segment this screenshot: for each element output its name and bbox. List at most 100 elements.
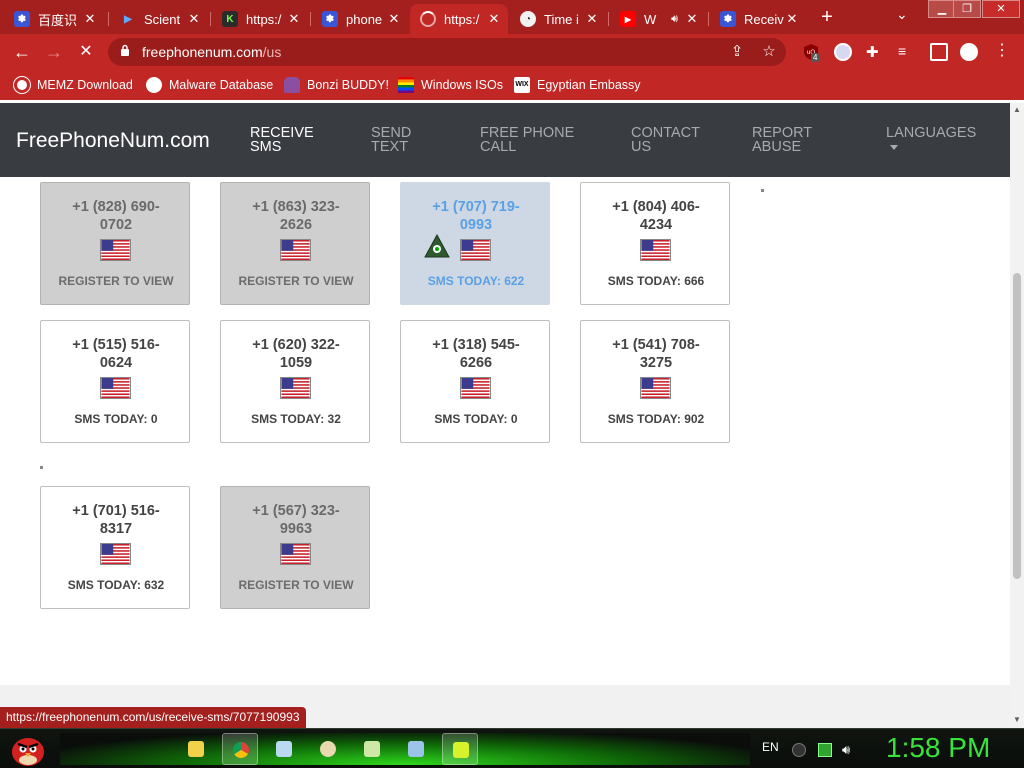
- scroll-up-arrow-icon[interactable]: ▲: [1013, 105, 1021, 114]
- taskbar-app-chrome[interactable]: [222, 733, 258, 765]
- bookmark-bonzi[interactable]: Bonzi BUDDY!: [284, 76, 389, 94]
- number-card[interactable]: +1 (863) 323- 2626 REGISTER TO VIEW: [220, 182, 370, 305]
- url-text[interactable]: freephonenum.com/us: [142, 44, 281, 60]
- us-flag-icon: [280, 543, 311, 565]
- taskbar-app-messenger[interactable]: [354, 733, 390, 765]
- stop-loading-icon[interactable]: ✕: [74, 40, 98, 64]
- tab-scientific[interactable]: ▶ Scient ✕: [110, 4, 208, 34]
- number-card[interactable]: +1 (515) 516- 0624 SMS TODAY: 0: [40, 320, 190, 443]
- new-tab-button[interactable]: +: [816, 6, 838, 28]
- language-indicator[interactable]: EN: [762, 740, 779, 754]
- bookmark-egyptian-embassy[interactable]: WIX Egyptian Embassy: [514, 76, 641, 94]
- close-tab-icon[interactable]: ✕: [186, 11, 202, 27]
- back-arrow-icon[interactable]: ←: [10, 40, 34, 64]
- paint-palette-icon: [320, 741, 336, 757]
- bookmark-star-icon[interactable]: ☆: [760, 43, 778, 61]
- nav-receive-sms[interactable]: RECEIVE SMS: [250, 126, 314, 155]
- media-queue-icon[interactable]: ≡: [898, 43, 916, 61]
- volume-icon[interactable]: 🔊︎: [842, 743, 856, 757]
- number-card[interactable]: +1 (828) 690- 0702 REGISTER TO VIEW: [40, 182, 190, 305]
- tab-search-chevron-icon[interactable]: ⌄: [896, 6, 908, 23]
- bookmark-malware-database[interactable]: Malware Database: [146, 76, 273, 94]
- tab-youtube[interactable]: ▶ W 🔊︎ ✕: [610, 4, 706, 34]
- close-tab-icon[interactable]: ✕: [82, 11, 98, 27]
- speaker-audio-icon[interactable]: 🔊︎: [671, 13, 678, 26]
- network-icon[interactable]: [818, 743, 832, 757]
- lock-icon: [121, 44, 129, 56]
- phone-number[interactable]: +1 (541) 708- 3275: [581, 336, 731, 372]
- close-tab-icon[interactable]: ✕: [684, 11, 700, 27]
- number-card[interactable]: +1 (541) 708- 3275 SMS TODAY: 902: [580, 320, 730, 443]
- number-card[interactable]: +1 (620) 322- 1059 SMS TODAY: 32: [220, 320, 370, 443]
- number-card[interactable]: +1 (701) 516- 8317 SMS TODAY: 632: [40, 486, 190, 609]
- us-flag-icon: [640, 377, 671, 399]
- nav-contact-us[interactable]: CONTACT US: [631, 126, 700, 155]
- restore-button[interactable]: ❐: [953, 0, 981, 18]
- tab-time[interactable]: ◔ Time i ✕: [510, 4, 606, 34]
- scrollbar-thumb[interactable]: [1013, 273, 1021, 579]
- kiwi-icon: K: [222, 11, 238, 27]
- share-icon[interactable]: ⇪: [728, 43, 746, 61]
- tab-baidu-1[interactable]: ✽ 百度识 ✕: [4, 4, 104, 34]
- start-button-angry-bird-icon[interactable]: [8, 730, 48, 768]
- baidu-paw-icon: ✽: [322, 11, 338, 27]
- bookmark-memz[interactable]: MEMZ Download: [14, 76, 133, 94]
- nav-free-phone-call[interactable]: FREE PHONE CALL: [480, 126, 574, 155]
- system-clock[interactable]: 1:58 PM: [886, 732, 990, 764]
- close-tab-icon[interactable]: ✕: [286, 11, 302, 27]
- wix-icon: WIX: [514, 77, 530, 93]
- phone-number[interactable]: +1 (701) 516- 8317: [41, 502, 191, 538]
- close-tab-icon[interactable]: ✕: [584, 11, 600, 27]
- nav-report-abuse[interactable]: REPORT ABUSE: [752, 126, 812, 155]
- phone-number[interactable]: +1 (828) 690- 0702: [41, 198, 191, 234]
- phone-number[interactable]: +1 (863) 323- 2626: [221, 198, 371, 234]
- us-flag-icon: [640, 239, 671, 261]
- profile-color-extension-icon[interactable]: [834, 43, 852, 61]
- close-tab-icon[interactable]: ✕: [486, 11, 502, 27]
- phone-number[interactable]: +1 (620) 322- 1059: [221, 336, 371, 372]
- extensions-puzzle-icon[interactable]: ✚: [866, 43, 884, 61]
- tab-receive[interactable]: ✽ Receiv ✕: [710, 4, 806, 34]
- number-card[interactable]: +1 (318) 545- 6266 SMS TODAY: 0: [400, 320, 550, 443]
- profile-avatar-icon[interactable]: [960, 43, 978, 61]
- tab-kiwi[interactable]: K https:/ ✕: [212, 4, 308, 34]
- site-logo[interactable]: FreePhoneNum.com: [16, 129, 210, 153]
- close-tab-icon[interactable]: ✕: [784, 11, 800, 27]
- side-panel-icon[interactable]: [930, 43, 948, 61]
- bookmark-windows-isos[interactable]: Windows ISOs: [398, 76, 503, 94]
- close-tab-icon[interactable]: ✕: [386, 11, 402, 27]
- phone-number[interactable]: +1 (804) 406- 4234: [581, 198, 731, 234]
- phone-number[interactable]: +1 (318) 545- 6266: [401, 336, 551, 372]
- phone-number[interactable]: +1 (567) 323- 9963: [221, 502, 371, 538]
- ublock-extension-icon[interactable]: uO 4: [802, 43, 820, 62]
- taskbar-app-terminal[interactable]: [442, 733, 478, 765]
- languages-dropdown-caret-icon[interactable]: [890, 145, 898, 150]
- number-card-hovered[interactable]: +1 (707) 719- 0993 SMS TODAY: 622: [400, 182, 550, 305]
- scroll-down-arrow-icon[interactable]: ▼: [1013, 715, 1021, 724]
- page-scrollbar[interactable]: ▲ ▼: [1010, 103, 1024, 728]
- menu-dots-icon[interactable]: ⋮: [994, 43, 1012, 61]
- minimize-button[interactable]: ▁: [928, 0, 956, 18]
- number-card[interactable]: +1 (804) 406- 4234 SMS TODAY: 666: [580, 182, 730, 305]
- forward-arrow-icon[interactable]: →: [42, 40, 66, 64]
- tab-active-freephonenum[interactable]: https:/ ✕: [410, 4, 508, 34]
- rainbow-flag-icon: [398, 77, 414, 93]
- us-flag-icon: [460, 239, 491, 261]
- phone-number[interactable]: +1 (515) 516- 0624: [41, 336, 191, 372]
- nav-send-text[interactable]: SEND TEXT: [371, 126, 411, 155]
- phone-number-link[interactable]: +1 (707) 719- 0993: [401, 198, 551, 234]
- memz-icon: [14, 77, 30, 93]
- nav-languages[interactable]: LANGUAGES: [886, 126, 976, 141]
- taskbar-app-folder[interactable]: [178, 733, 214, 765]
- taskbar-app-paint[interactable]: [310, 733, 346, 765]
- tray-chevron-icon[interactable]: [792, 743, 806, 757]
- taskbar-app-notepad[interactable]: [266, 733, 302, 765]
- address-bar[interactable]: freephonenum.com/us ⇪ ☆: [108, 38, 786, 66]
- number-card[interactable]: +1 (567) 323- 9963 REGISTER TO VIEW: [220, 486, 370, 609]
- bookmarks-bar: MEMZ Download Malware Database Bonzi BUD…: [0, 70, 1024, 100]
- scientific-logo-icon: ▶: [124, 13, 132, 25]
- tab-phone[interactable]: ✽ phone ✕: [312, 4, 408, 34]
- us-flag-icon: [100, 377, 131, 399]
- taskbar-app-window[interactable]: [398, 733, 434, 765]
- window-close-button[interactable]: ✕: [982, 0, 1020, 18]
